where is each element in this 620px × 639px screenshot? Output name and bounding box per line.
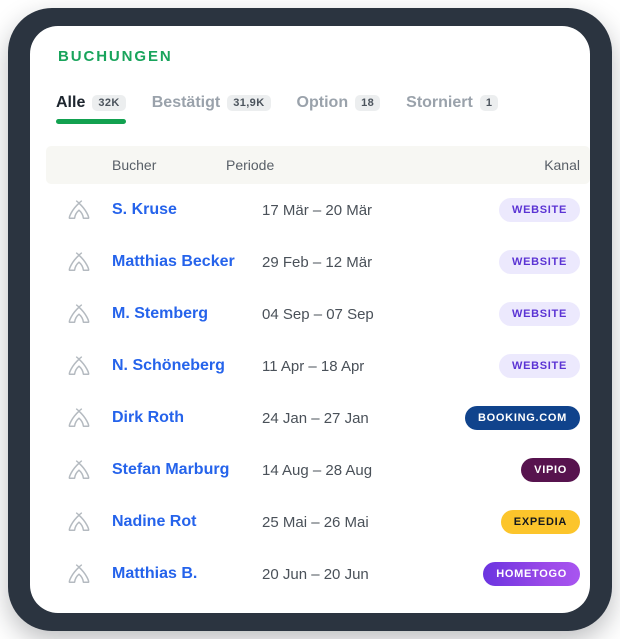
table-row[interactable]: Matthias Becker 29 Feb – 12 Mär WEBSITE — [46, 236, 590, 288]
tab-label: Storniert — [406, 94, 473, 111]
tab-label: Bestätigt — [151, 94, 221, 111]
tab-count-badge: 32K — [92, 95, 126, 111]
tent-icon — [64, 406, 94, 430]
tab-count-badge: 1 — [479, 95, 499, 111]
bookings-table: Bucher Periode Kanal S. Kruse 17 Mär – 20… — [46, 146, 590, 600]
table-row[interactable]: Stefan Marburg 14 Aug – 28 Aug VIPIO — [46, 444, 590, 496]
table-row[interactable]: M. Stemberg 04 Sep – 07 Sep WEBSITE — [46, 288, 590, 340]
tab-storniert[interactable]: Storniert 1 — [406, 94, 499, 128]
channel-badge[interactable]: VIPIO — [521, 458, 580, 482]
tent-icon — [64, 354, 94, 378]
channel-badge[interactable]: HOMETOGO — [483, 562, 580, 586]
channel-badge[interactable]: WEBSITE — [498, 354, 580, 378]
guest-name-link[interactable]: S. Kruse — [112, 201, 262, 219]
table-row[interactable]: N. Schöneberg 11 Apr – 18 Apr WEBSITE — [46, 340, 590, 392]
booking-period: 20 Jun – 20 Jun — [262, 565, 369, 583]
tent-icon — [64, 198, 94, 222]
channel-cell: EXPEDIA — [447, 510, 590, 534]
tent-icon — [64, 562, 94, 586]
guest-name-link[interactable]: Matthias B. — [112, 565, 262, 583]
column-header-guest: Bucher — [112, 157, 157, 173]
channel-cell: HOMETOGO — [447, 562, 590, 586]
table-row[interactable]: Matthias B. 20 Jun – 20 Jun HOMETOGO — [46, 548, 590, 600]
guest-name-link[interactable]: M. Stemberg — [112, 305, 262, 323]
guest-name-link[interactable]: N. Schöneberg — [112, 357, 262, 375]
channel-badge[interactable]: WEBSITE — [498, 302, 580, 326]
table-row[interactable]: Dirk Roth 24 Jan – 27 Jan BOOKING.COM — [46, 392, 590, 444]
bookings-card: BUCHUNGEN Alle 32K Bestätigt 31,9K Option 18 S… — [30, 26, 590, 613]
tent-icon — [64, 510, 94, 534]
tab-label: Option — [296, 94, 349, 111]
tent-icon — [64, 458, 94, 482]
tab-count-badge: 31,9K — [227, 95, 271, 111]
tab-label: Alle — [56, 94, 86, 111]
tab-alle[interactable]: Alle 32K — [56, 94, 126, 128]
guest-name-link[interactable]: Dirk Roth — [112, 409, 262, 427]
guest-name-link[interactable]: Matthias Becker — [112, 253, 262, 271]
tent-icon — [64, 250, 94, 274]
table-body: S. Kruse 17 Mär – 20 Mär WEBSITE Matthias B… — [46, 184, 590, 600]
channel-cell: WEBSITE — [447, 302, 590, 326]
channel-badge[interactable]: EXPEDIA — [500, 510, 580, 534]
tab-active-indicator — [56, 119, 126, 124]
device-frame: BUCHUNGEN Alle 32K Bestätigt 31,9K Option 18 S… — [8, 8, 612, 631]
channel-badge[interactable]: WEBSITE — [498, 198, 580, 222]
guest-name-link[interactable]: Nadine Rot — [112, 513, 262, 531]
booking-period: 25 Mai – 26 Mai — [262, 513, 369, 531]
page-title: BUCHUNGEN — [58, 48, 173, 65]
booking-period: 04 Sep – 07 Sep — [262, 305, 374, 323]
column-header-period: Periode — [226, 157, 275, 173]
booking-period: 17 Mär – 20 Mär — [262, 201, 373, 219]
channel-cell: WEBSITE — [447, 354, 590, 378]
booking-period: 29 Feb – 12 Mär — [262, 253, 373, 271]
tab-bar: Alle 32K Bestätigt 31,9K Option 18 Storniert 1 — [56, 94, 566, 142]
guest-name-link[interactable]: Stefan Marburg — [112, 461, 262, 479]
column-header-channel: Kanal — [544, 157, 580, 173]
channel-badge[interactable]: WEBSITE — [498, 250, 580, 274]
table-row[interactable]: Nadine Rot 25 Mai – 26 Mai EXPEDIA — [46, 496, 590, 548]
channel-cell: BOOKING.COM — [447, 406, 590, 430]
tab-option[interactable]: Option 18 — [297, 94, 381, 128]
channel-cell: WEBSITE — [447, 250, 590, 274]
channel-cell: WEBSITE — [447, 198, 590, 222]
tab-bestaetigt[interactable]: Bestätigt 31,9K — [152, 94, 271, 128]
channel-badge[interactable]: BOOKING.COM — [465, 406, 580, 430]
table-header-row: Bucher Periode Kanal — [46, 146, 590, 184]
tab-count-badge: 18 — [355, 95, 381, 111]
booking-period: 11 Apr – 18 Apr — [262, 357, 365, 375]
booking-period: 14 Aug – 28 Aug — [262, 461, 373, 479]
tent-icon — [64, 302, 94, 326]
channel-cell: VIPIO — [447, 458, 590, 482]
table-row[interactable]: S. Kruse 17 Mär – 20 Mär WEBSITE — [46, 184, 590, 236]
booking-period: 24 Jan – 27 Jan — [262, 409, 369, 427]
